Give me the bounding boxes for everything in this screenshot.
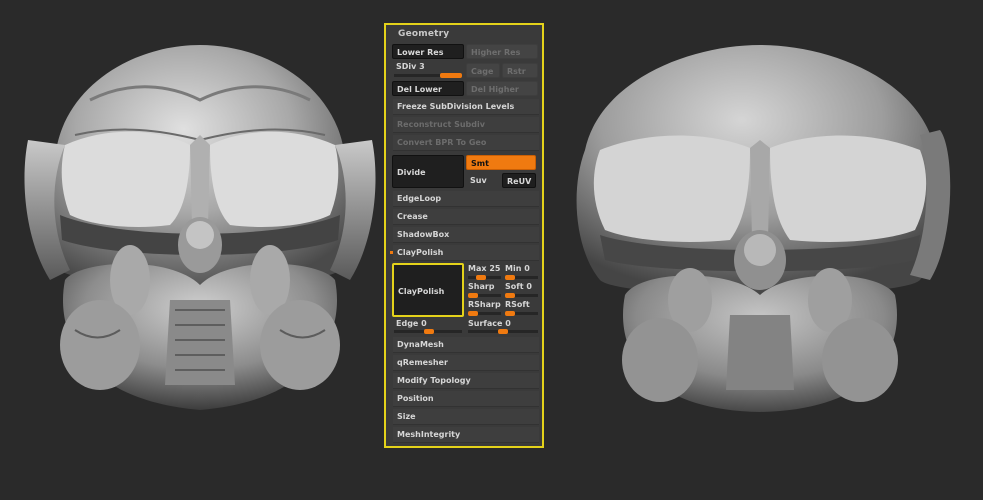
rsoft-label: RSoft (505, 300, 530, 309)
edge-label-text: Edge (396, 319, 419, 328)
soft-label-text: Soft (505, 282, 524, 291)
reconstruct-subdiv-button[interactable]: Reconstruct Subdiv (393, 117, 539, 133)
sharp-slider[interactable] (468, 293, 501, 298)
sharp-slider-knob[interactable] (468, 293, 478, 298)
rsoft-slider-knob[interactable] (505, 311, 515, 316)
right-sculpt-model (576, 45, 951, 412)
3d-viewport[interactable]: Geometry Lower Res Higher Res SDiv 3 Cag… (0, 0, 983, 500)
edge-slider-knob[interactable] (424, 329, 434, 334)
min-label-text: Min (505, 264, 522, 273)
rsoft-slider[interactable] (505, 311, 538, 316)
soft-slider-knob[interactable] (505, 293, 515, 298)
rsharp-label: RSharp (468, 300, 501, 309)
surface-value: 0 (505, 319, 511, 328)
convert-bpr-button[interactable]: Convert BPR To Geo (393, 135, 539, 151)
section-claypolish[interactable]: ClayPolish (393, 245, 539, 261)
sdiv-slider[interactable] (394, 73, 462, 78)
rsharp-slider-knob[interactable] (468, 311, 478, 316)
smt-toggle[interactable]: Smt (466, 155, 536, 170)
section-edgeloop[interactable]: EdgeLoop (393, 191, 539, 207)
panel-title[interactable]: Geometry (386, 25, 542, 43)
del-lower-button[interactable]: Del Lower (392, 81, 464, 96)
edge-value: 0 (421, 319, 427, 328)
del-higher-button[interactable]: Del Higher (466, 81, 538, 96)
soft-label: Soft 0 (505, 282, 532, 291)
min-label: Min 0 (505, 264, 530, 273)
max-slider[interactable] (468, 275, 501, 280)
surface-slider[interactable] (468, 329, 538, 334)
left-sculpt-model (24, 45, 376, 410)
max-label: Max 25 (468, 264, 500, 273)
section-position[interactable]: Position (393, 391, 539, 407)
sdiv-slider-knob[interactable] (440, 73, 462, 78)
min-slider-knob[interactable] (505, 275, 515, 280)
claypolish-button[interactable]: ClayPolish (392, 263, 464, 317)
reuv-button[interactable]: ReUV (502, 173, 536, 188)
sdiv-label-text: SDiv (396, 62, 417, 71)
section-size[interactable]: Size (393, 409, 539, 425)
min-value: 0 (524, 264, 530, 273)
section-crease[interactable]: Crease (393, 209, 539, 225)
max-label-text: Max (468, 264, 487, 273)
section-dynamesh[interactable]: DynaMesh (393, 337, 539, 353)
section-shadowbox[interactable]: ShadowBox (393, 227, 539, 243)
max-value: 25 (489, 264, 501, 273)
min-slider[interactable] (505, 275, 538, 280)
max-slider-knob[interactable] (476, 275, 486, 280)
divide-button[interactable]: Divide (392, 155, 464, 188)
surface-label: Surface 0 (468, 319, 511, 328)
freeze-subdivision-button[interactable]: Freeze SubDivision Levels (393, 99, 539, 115)
soft-value: 0 (526, 282, 532, 291)
geometry-panel: Geometry Lower Res Higher Res SDiv 3 Cag… (384, 23, 544, 448)
higher-res-button[interactable]: Higher Res (466, 44, 538, 59)
edge-slider[interactable] (394, 329, 462, 334)
sdiv-label: SDiv 3 (396, 62, 425, 71)
cage-button[interactable]: Cage (466, 63, 500, 78)
rstr-button[interactable]: Rstr (502, 63, 538, 78)
surface-label-text: Surface (468, 319, 503, 328)
sharp-label: Sharp (468, 282, 495, 291)
lower-res-button[interactable]: Lower Res (392, 44, 464, 59)
soft-slider[interactable] (505, 293, 538, 298)
section-meshintegrity[interactable]: MeshIntegrity (393, 427, 539, 443)
section-modify-topology[interactable]: Modify Topology (393, 373, 539, 389)
suv-toggle[interactable]: Suv (466, 173, 500, 188)
section-qremesher[interactable]: qRemesher (393, 355, 539, 371)
sdiv-value: 3 (419, 62, 425, 71)
surface-slider-knob[interactable] (498, 329, 508, 334)
edge-label: Edge 0 (396, 319, 427, 328)
rsharp-slider[interactable] (468, 311, 501, 316)
